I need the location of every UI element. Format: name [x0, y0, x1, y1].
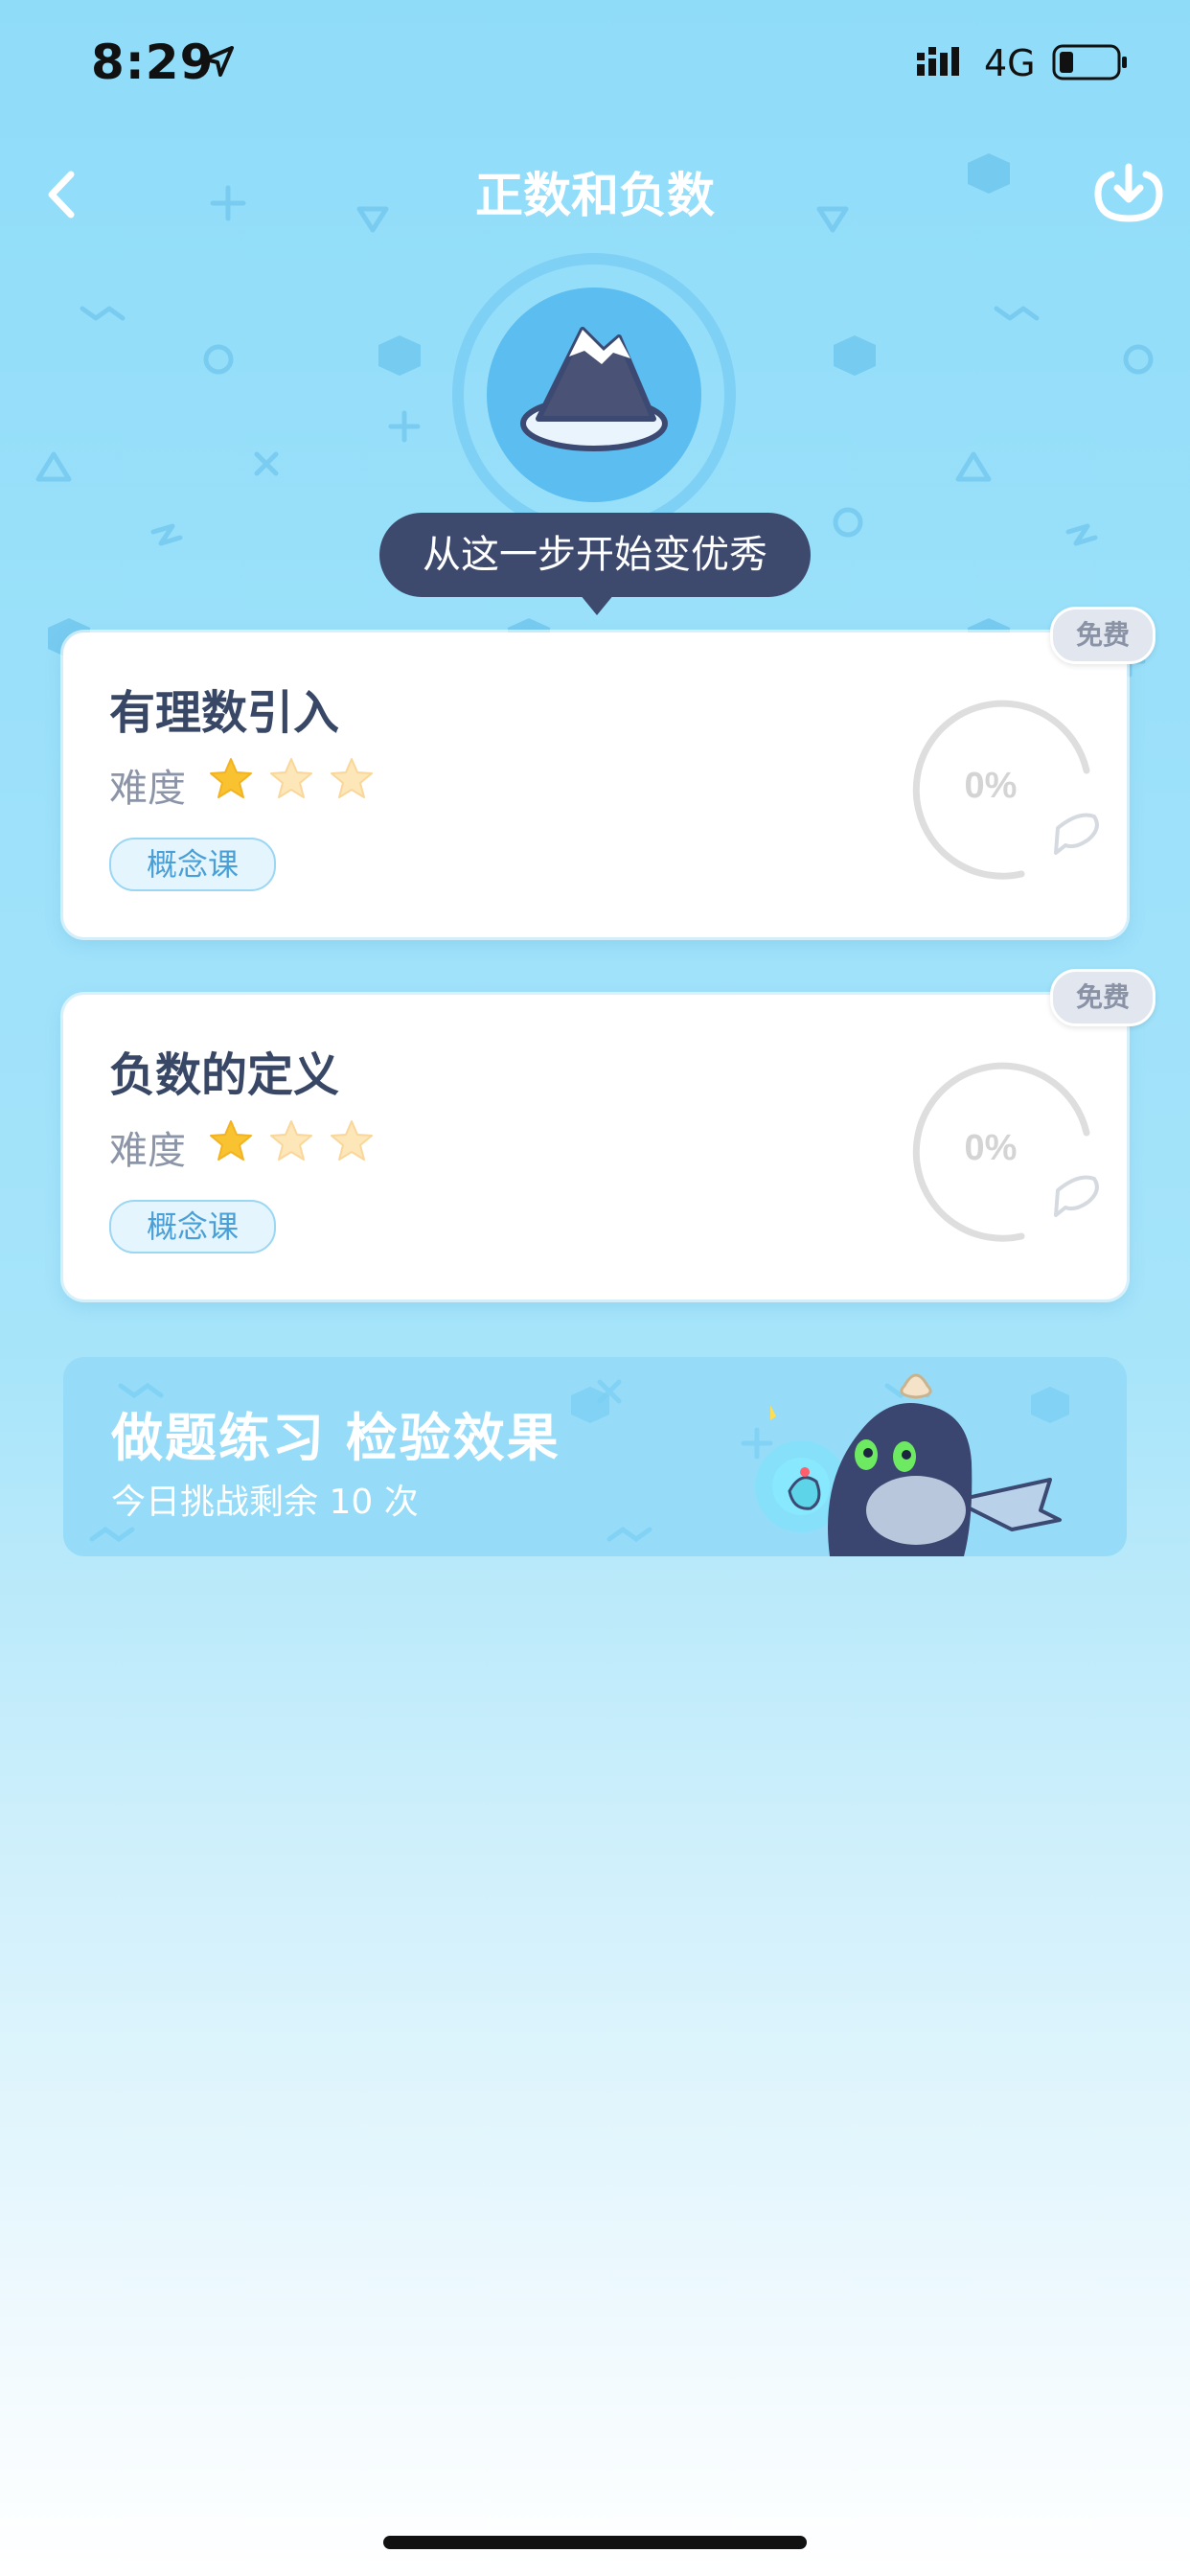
progress-ring: 0%	[912, 700, 1099, 880]
progress-value: 0%	[965, 766, 1018, 806]
status-time: 8:29	[91, 34, 215, 90]
lesson-title: 负数的定义	[109, 1048, 340, 1102]
star-empty-icon	[270, 758, 313, 798]
page-title: 正数和负数	[475, 168, 715, 223]
lesson-card-2[interactable]: 负数的定义 难度 概念课 0%	[63, 995, 1127, 1300]
nav-bar: 正数和负数	[0, 144, 1190, 240]
difficulty-label: 难度	[109, 767, 186, 811]
lesson-type-tag: 概念课	[109, 1200, 276, 1254]
banner-title: 做题练习 检验效果	[111, 1408, 561, 1468]
status-bar: 8:29 4G	[0, 0, 1190, 134]
free-badge: 免费	[1050, 607, 1156, 664]
banner-subtitle: 今日挑战剩余 10 次	[111, 1483, 419, 1522]
tooltip-arrow	[580, 594, 614, 615]
free-badge: 免费	[1050, 969, 1156, 1026]
mountain-level-icon	[452, 253, 736, 537]
difficulty-stars	[207, 1117, 383, 1165]
location-arrow-icon	[203, 46, 234, 77]
difficulty-label: 难度	[109, 1129, 186, 1173]
lesson-title: 有理数引入	[109, 686, 340, 740]
lesson-card-1[interactable]: 有理数引入 难度 概念课 0%	[63, 632, 1127, 937]
network-type: 4G	[984, 42, 1036, 84]
progress-value: 0%	[965, 1128, 1018, 1168]
signal-icon	[917, 47, 959, 76]
home-indicator	[383, 2536, 807, 2549]
progress-ring: 0%	[912, 1062, 1099, 1242]
download-icon[interactable]	[1090, 155, 1167, 232]
practice-banner[interactable]: 做题练习 检验效果 今日挑战剩余 10 次	[63, 1357, 1127, 1556]
battery-icon	[1052, 44, 1127, 80]
dragon-mascot-icon	[755, 1373, 1062, 1556]
star-empty-icon	[331, 1120, 374, 1161]
lesson-type-tag: 概念课	[109, 838, 276, 891]
motivation-tooltip: 从这一步开始变优秀	[379, 513, 811, 597]
star-filled-icon	[210, 1120, 252, 1161]
star-empty-icon	[270, 1120, 313, 1161]
star-filled-icon	[210, 758, 252, 798]
star-empty-icon	[331, 758, 374, 798]
difficulty-stars	[207, 755, 383, 803]
